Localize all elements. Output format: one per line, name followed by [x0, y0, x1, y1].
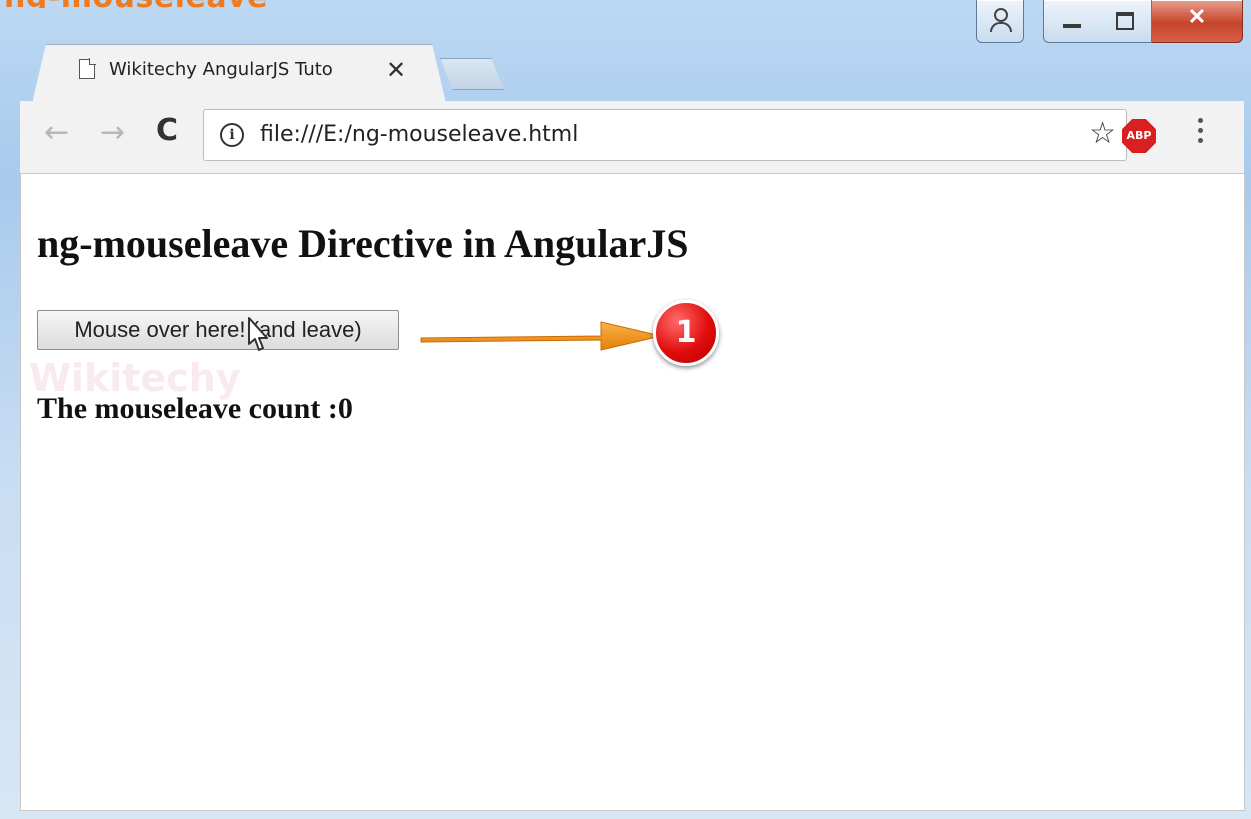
- callout-arrow-icon: [420, 321, 662, 351]
- star-icon[interactable]: ☆: [1089, 116, 1116, 151]
- minimize-button[interactable]: [1043, 0, 1101, 43]
- back-button[interactable]: ←: [44, 115, 69, 150]
- arrow-left-icon: ←: [44, 115, 70, 150]
- count-value: 0: [337, 392, 353, 425]
- page-viewport: ng-mouseleave Directive in AngularJS Wik…: [20, 174, 1245, 811]
- mouseleave-count: The mouseleave count :0: [37, 392, 353, 426]
- callout-badge: 1: [653, 300, 719, 366]
- reload-button[interactable]: C: [156, 113, 178, 148]
- address-url[interactable]: file:///E:/ng-mouseleave.html: [260, 122, 578, 147]
- maximize-icon: [1116, 12, 1134, 30]
- close-icon: ✕: [1187, 4, 1207, 29]
- mouse-over-button[interactable]: Mouse over here! (and leave): [37, 310, 399, 350]
- forward-button[interactable]: →: [100, 115, 125, 150]
- adblock-extension-button[interactable]: ABP: [1122, 119, 1156, 153]
- address-bar[interactable]: i file:///E:/ng-mouseleave.html ☆: [203, 109, 1127, 161]
- browser-toolbar: ← → C i file:///E:/ng-mouseleave.html ☆ …: [20, 101, 1244, 174]
- kebab-menu-icon[interactable]: [1198, 115, 1208, 148]
- arrow-right-icon: →: [100, 115, 126, 150]
- page-heading: ng-mouseleave Directive in AngularJS: [37, 221, 689, 266]
- count-label: The mouseleave count :: [37, 392, 338, 425]
- close-window-button[interactable]: ✕: [1152, 0, 1243, 43]
- user-icon: [994, 8, 1008, 22]
- mouse-cursor-icon: [248, 317, 268, 351]
- user-icon-body: [990, 22, 1012, 32]
- minimize-icon: [1063, 24, 1081, 28]
- info-icon[interactable]: i: [220, 123, 244, 147]
- tab-close-button[interactable]: ✕: [386, 56, 406, 85]
- document-icon: [79, 58, 96, 79]
- cropped-top-banner: ng-mouseleave: [4, 0, 268, 8]
- tab-title: Wikitechy AngularJS Tuto: [109, 59, 333, 80]
- reload-icon: C: [156, 113, 179, 148]
- user-profile-button[interactable]: [976, 0, 1024, 43]
- maximize-button[interactable]: [1099, 0, 1152, 43]
